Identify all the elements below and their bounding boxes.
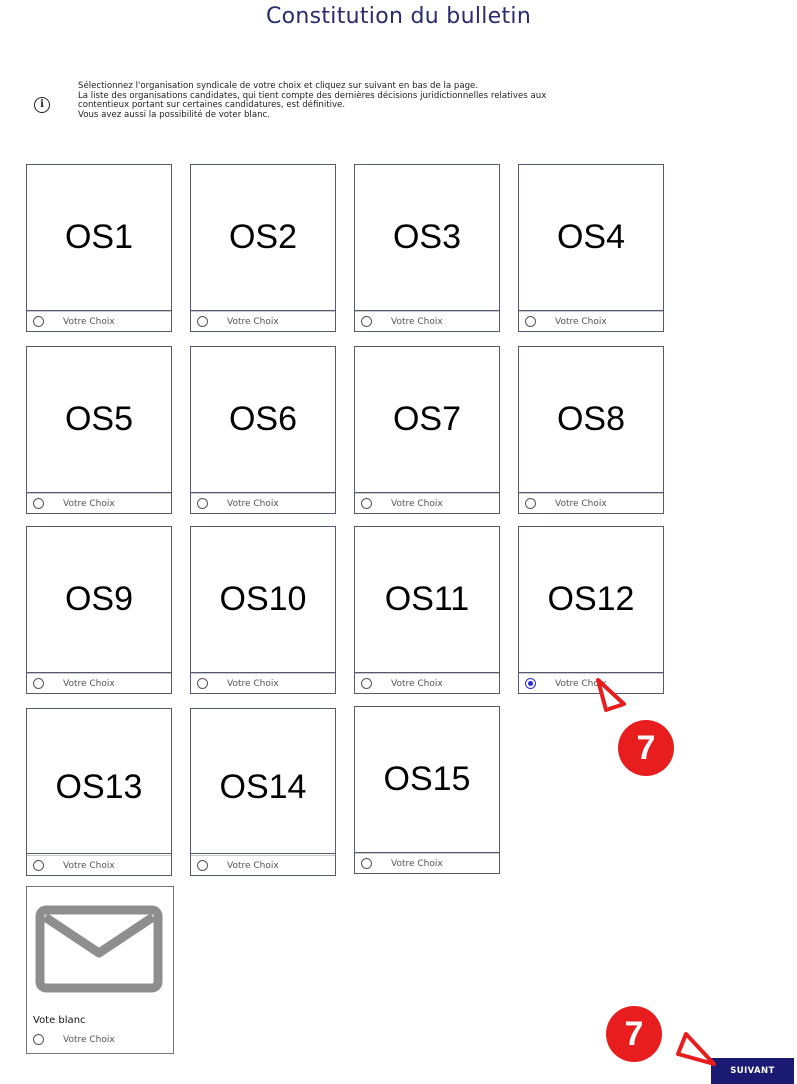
candidate-card-os12[interactable]: OS12 Votre Choix	[518, 526, 664, 694]
choice-label: Votre Choix	[391, 859, 443, 869]
choice-label: Votre Choix	[227, 679, 279, 689]
annotation-badge: 7	[618, 720, 674, 776]
candidate-logo: OS10	[191, 527, 335, 673]
candidate-card-os4[interactable]: OS4 Votre Choix	[518, 164, 664, 332]
choice-label: Votre Choix	[555, 317, 607, 327]
choice-label: Votre Choix	[227, 317, 279, 327]
choice-row[interactable]: Votre Choix	[27, 1030, 173, 1050]
candidate-card-os10[interactable]: OS10 Votre Choix	[190, 526, 336, 694]
choice-radio[interactable]	[525, 316, 536, 327]
choice-label: Votre Choix	[63, 1035, 115, 1045]
candidate-card-os1[interactable]: OS1 Votre Choix	[26, 164, 172, 332]
choice-label: Votre Choix	[63, 317, 115, 327]
choice-label: Votre Choix	[391, 499, 443, 509]
candidate-logo: OS1	[27, 165, 171, 311]
choice-row[interactable]: Votre Choix	[519, 493, 663, 514]
candidate-logo: OS4	[519, 165, 663, 311]
choice-radio[interactable]	[33, 678, 44, 689]
candidate-card-os2[interactable]: OS2 Votre Choix	[190, 164, 336, 332]
info-line: Vous avez aussi la possibilité de voter …	[78, 109, 270, 120]
candidate-logo: OS13	[27, 709, 171, 854]
candidate-logo: OS11	[355, 527, 499, 673]
candidate-card-os6[interactable]: OS6 Votre Choix	[190, 346, 336, 514]
choice-row[interactable]: Votre Choix	[355, 853, 499, 874]
choice-row[interactable]: Votre Choix	[355, 493, 499, 514]
info-icon: i	[34, 97, 50, 113]
candidate-card-os15[interactable]: OS15 Votre Choix	[354, 706, 500, 874]
candidate-logo: OS7	[355, 347, 499, 493]
choice-label: Votre Choix	[391, 679, 443, 689]
choice-radio[interactable]	[361, 316, 372, 327]
choice-radio[interactable]	[33, 1034, 44, 1045]
choice-label: Votre Choix	[63, 679, 115, 689]
candidate-logo: OS12	[519, 527, 663, 673]
choice-row[interactable]: Votre Choix	[27, 493, 171, 514]
choice-row[interactable]: Votre Choix	[191, 855, 335, 876]
candidate-card-os9[interactable]: OS9 Votre Choix	[26, 526, 172, 694]
choice-label: Votre Choix	[391, 317, 443, 327]
choice-label: Votre Choix	[63, 499, 115, 509]
candidate-card-os3[interactable]: OS3 Votre Choix	[354, 164, 500, 332]
choice-label: Votre Choix	[227, 499, 279, 509]
annotation-badge: 7	[606, 1006, 662, 1062]
annotation-arrow-icon	[676, 1032, 716, 1066]
candidate-logo: OS5	[27, 347, 171, 493]
candidate-card-os14[interactable]: OS14 Votre Choix	[190, 708, 336, 876]
choice-row[interactable]: Votre Choix	[191, 493, 335, 514]
choice-row[interactable]: Votre Choix	[191, 311, 335, 332]
choice-radio[interactable]	[361, 498, 372, 509]
candidate-card-os13[interactable]: OS13 Votre Choix	[26, 708, 172, 876]
blank-vote-card[interactable]: Vote blanc Votre Choix	[26, 886, 174, 1054]
choice-radio[interactable]	[33, 498, 44, 509]
blank-vote-label: Vote blanc	[33, 1015, 86, 1026]
choice-label: Votre Choix	[227, 861, 279, 871]
choice-row[interactable]: Votre Choix	[355, 673, 499, 694]
choice-radio[interactable]	[197, 316, 208, 327]
choice-row[interactable]: Votre Choix	[27, 311, 171, 332]
choice-radio[interactable]	[361, 678, 372, 689]
candidate-card-os8[interactable]: OS8 Votre Choix	[518, 346, 664, 514]
choice-radio[interactable]	[525, 498, 536, 509]
candidate-logo: OS3	[355, 165, 499, 311]
choice-radio-selected[interactable]	[525, 678, 536, 689]
candidate-card-os11[interactable]: OS11 Votre Choix	[354, 526, 500, 694]
choice-radio[interactable]	[33, 860, 44, 871]
choice-radio[interactable]	[33, 316, 44, 327]
candidate-logo: OS9	[27, 527, 171, 673]
choice-row[interactable]: Votre Choix	[27, 673, 171, 694]
choice-radio[interactable]	[197, 498, 208, 509]
candidate-logo: OS8	[519, 347, 663, 493]
choice-row[interactable]: Votre Choix	[519, 311, 663, 332]
candidate-card-os7[interactable]: OS7 Votre Choix	[354, 346, 500, 514]
next-button[interactable]: SUIVANT	[711, 1058, 794, 1084]
choice-radio[interactable]	[197, 860, 208, 871]
candidate-logo: OS14	[191, 709, 335, 854]
choice-row[interactable]: Votre Choix	[191, 673, 335, 694]
envelope-icon	[35, 905, 163, 997]
choice-label: Votre Choix	[555, 499, 607, 509]
choice-radio[interactable]	[361, 858, 372, 869]
choice-radio[interactable]	[197, 678, 208, 689]
choice-row[interactable]: Votre Choix	[355, 311, 499, 332]
candidate-logo: OS15	[355, 707, 499, 853]
candidate-logo: OS6	[191, 347, 335, 493]
candidate-logo: OS2	[191, 165, 335, 311]
info-text: Sélectionnez l'organisation syndicale de…	[78, 81, 758, 120]
choice-label: Votre Choix	[63, 861, 115, 871]
candidate-card-os5[interactable]: OS5 Votre Choix	[26, 346, 172, 514]
page-title: Constitution du bulletin	[265, 4, 532, 29]
choice-row[interactable]: Votre Choix	[27, 855, 171, 876]
